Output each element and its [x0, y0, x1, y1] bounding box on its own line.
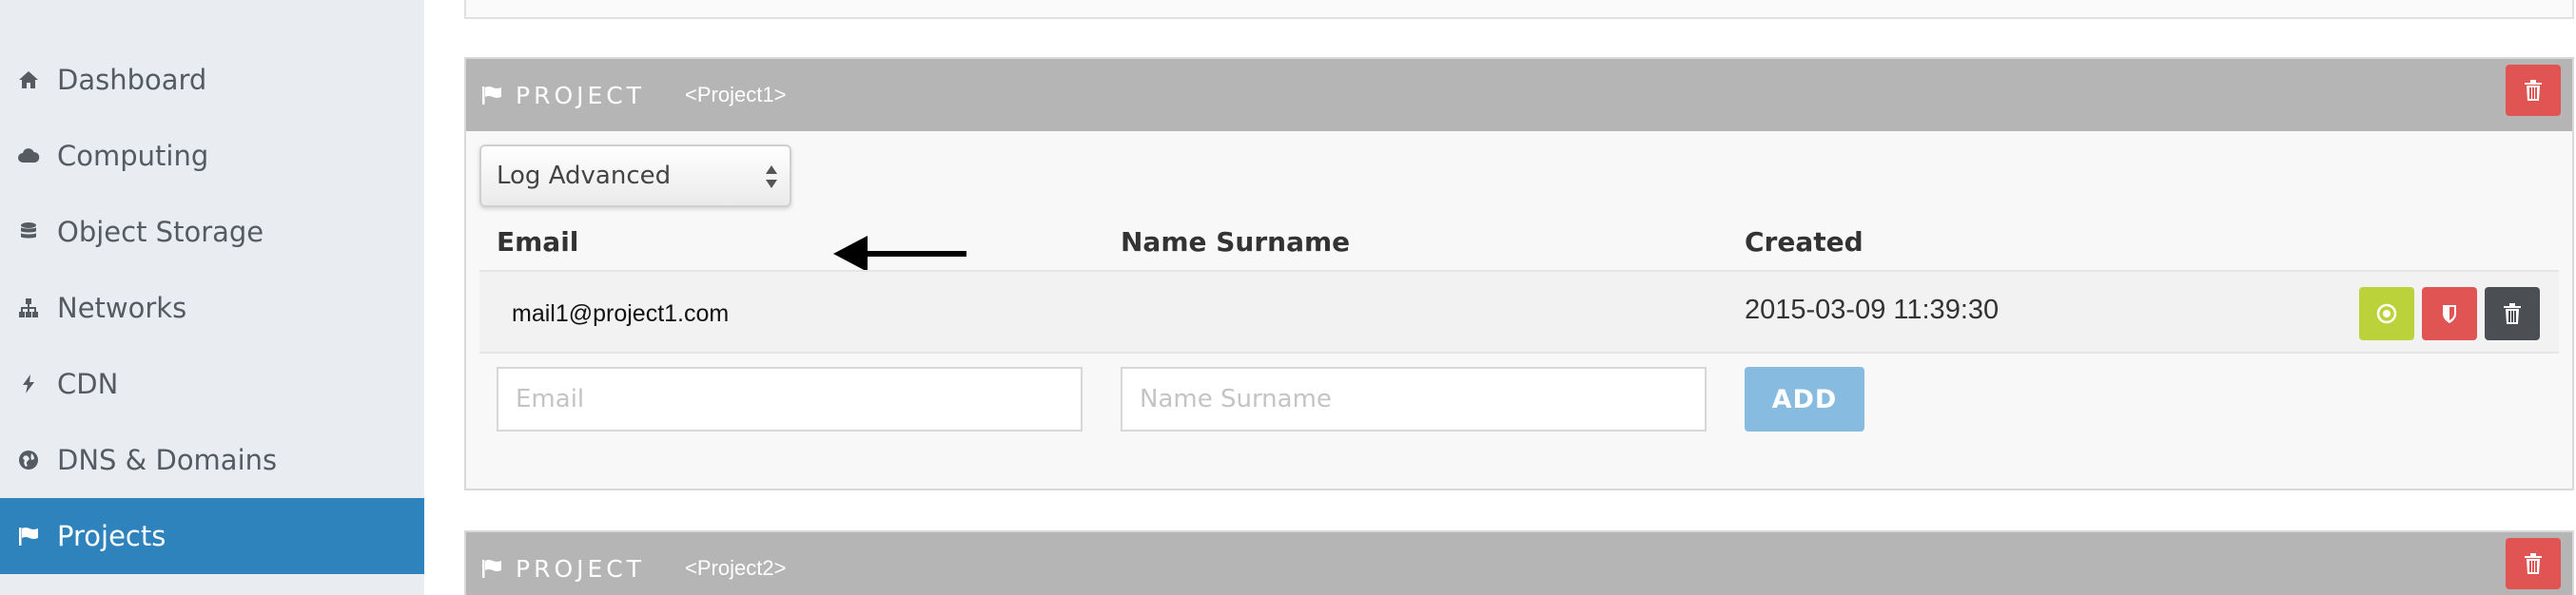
project-panel-header: PROJECT <Project1> [466, 59, 2572, 131]
trash-icon [2502, 303, 2523, 324]
flag-icon [479, 82, 506, 108]
table-row [479, 272, 2559, 352]
flag-icon [479, 555, 506, 582]
column-header-name: Name Surname [1121, 226, 1351, 258]
previous-panel [464, 0, 2574, 19]
member-email: mail1@project1.com [512, 300, 730, 327]
new-member-email-input[interactable] [497, 367, 1083, 432]
add-member-button[interactable]: ADD [1745, 367, 1864, 432]
permissions-member-button[interactable] [2422, 287, 2477, 340]
sidebar-item-projects[interactable]: Projects [0, 498, 424, 574]
sidebar-item-label: Dashboard [57, 64, 207, 96]
log-level-value: Log Advanced [497, 162, 672, 190]
activate-member-button[interactable] [2359, 287, 2414, 340]
trash-icon [2524, 80, 2543, 101]
delete-project-button[interactable] [2506, 65, 2561, 116]
project-name: <Project1> [685, 83, 787, 106]
sidebar-item-label: Computing [57, 140, 209, 172]
project-panel-body: Log Advanced Email Name Surname Created … [466, 131, 2572, 489]
project-label: PROJECT [516, 554, 646, 583]
sidebar-item-computing[interactable]: Computing [0, 118, 424, 194]
sidebar-item-object-storage[interactable]: Object Storage [0, 194, 424, 270]
sidebar-item-label: CDN [57, 368, 119, 400]
project-name: <Project2> [685, 556, 787, 580]
globe-icon [0, 449, 57, 471]
column-header-created: Created [1745, 226, 1864, 258]
member-created: 2015-03-09 11:39:30 [1745, 295, 2000, 325]
sidebar-item-label: Object Storage [57, 216, 264, 248]
new-member-name-input[interactable] [1121, 367, 1707, 432]
project-panel: PROJECT <Project2> [464, 530, 2574, 595]
bolt-icon [0, 373, 57, 395]
database-icon [0, 221, 57, 243]
log-level-select[interactable]: Log Advanced [479, 144, 791, 207]
sidebar-item-label: Projects [57, 520, 166, 552]
flag-icon [0, 525, 57, 547]
sidebar: Dashboard Computing Object Storage Netwo… [0, 0, 424, 595]
sitemap-icon [0, 297, 57, 319]
sidebar-item-dashboard[interactable]: Dashboard [0, 42, 424, 118]
home-icon [0, 68, 57, 91]
sidebar-item-cdn[interactable]: CDN [0, 346, 424, 422]
divider [479, 352, 2559, 354]
delete-member-button[interactable] [2485, 287, 2540, 340]
select-arrows-icon [766, 165, 777, 188]
target-icon [2376, 303, 2397, 324]
sidebar-item-dns-domains[interactable]: DNS & Domains [0, 422, 424, 498]
delete-project-button[interactable] [2506, 538, 2561, 589]
sidebar-item-networks[interactable]: Networks [0, 270, 424, 346]
shield-icon [2439, 303, 2460, 324]
project-label: PROJECT [516, 81, 646, 109]
project-panel-header: PROJECT <Project2> [466, 532, 2572, 595]
sidebar-item-label: Networks [57, 292, 187, 324]
project-panel: PROJECT <Project1> Log Advanced Email Na… [464, 57, 2574, 490]
sidebar-item-label: DNS & Domains [57, 444, 278, 476]
column-header-email: Email [497, 226, 579, 258]
trash-icon [2524, 553, 2543, 574]
cloud-icon [0, 144, 57, 167]
